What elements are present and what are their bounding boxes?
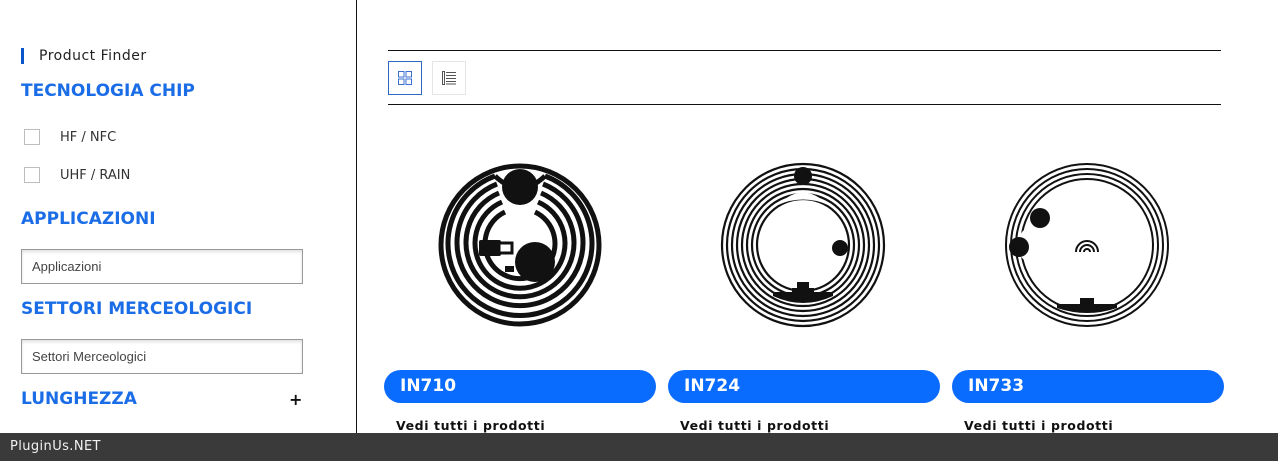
settori-merceologici-select[interactable]: Settori Merceologici — [21, 339, 303, 374]
lunghezza-title[interactable]: LUNGHEZZA — [21, 389, 137, 409]
tecnologia-chip-title: TECNOLOGIA CHIP — [21, 81, 195, 101]
product-finder-sidebar: Product Finder TECNOLOGIA CHIP HF / NFC … — [0, 0, 357, 433]
product-title-in710[interactable]: IN710 — [384, 370, 656, 403]
applicazioni-select[interactable]: Applicazioni — [21, 249, 303, 284]
product-finder-label: Product Finder — [21, 48, 147, 64]
see-all-products-link[interactable]: Vedi tutti i prodotti — [964, 418, 1113, 433]
hf-nfc-label[interactable]: HF / NFC — [60, 130, 116, 145]
lunghezza-expand-icon[interactable]: + — [289, 390, 302, 409]
grid-view-icon — [398, 71, 412, 85]
in724-product-image[interactable] — [718, 160, 888, 330]
applicazioni-title: APPLICAZIONI — [21, 209, 156, 229]
toolbar-top-divider — [388, 50, 1221, 51]
grid-view-button[interactable] — [388, 61, 422, 95]
uhf-rain-checkbox[interactable] — [24, 167, 40, 183]
in733-product-image[interactable] — [1002, 160, 1172, 330]
filter-option-uhf-rain[interactable]: UHF / RAIN — [24, 166, 130, 184]
settori-merceologici-title: SETTORI MERCEOLOGICI — [21, 299, 253, 319]
uhf-rain-label[interactable]: UHF / RAIN — [60, 168, 130, 183]
see-all-products-link[interactable]: Vedi tutti i prodotti — [396, 418, 545, 433]
product-title-in733[interactable]: IN733 — [952, 370, 1224, 403]
hf-nfc-checkbox[interactable] — [24, 129, 40, 145]
see-all-products-link[interactable]: Vedi tutti i prodotti — [680, 418, 829, 433]
product-title-in724[interactable]: IN724 — [668, 370, 940, 403]
filter-option-hf-nfc[interactable]: HF / NFC — [24, 128, 116, 146]
in710-product-image[interactable] — [435, 160, 605, 330]
toolbar-bottom-divider — [388, 104, 1221, 105]
list-view-button[interactable] — [432, 61, 466, 95]
footer-credit[interactable]: PluginUs.NET — [10, 439, 101, 454]
footer-bar: PluginUs.NET — [0, 433, 1278, 461]
list-view-icon — [442, 71, 456, 85]
